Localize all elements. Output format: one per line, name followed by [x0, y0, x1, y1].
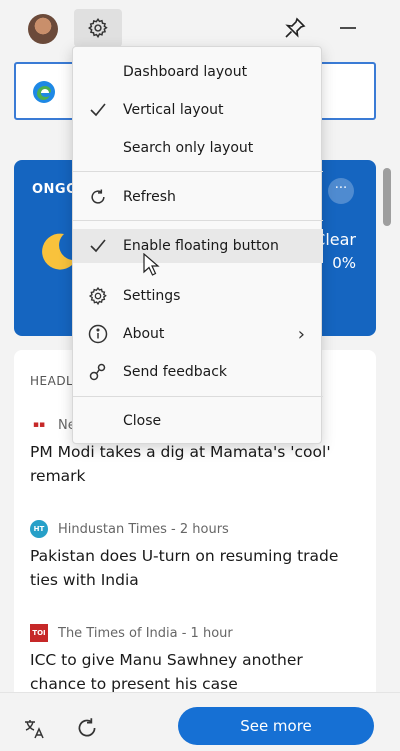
settings-menu: Dashboard layout Vertical layout Search …: [72, 46, 323, 444]
checkmark-icon: [87, 99, 109, 121]
menu-item-refresh[interactable]: Refresh: [73, 180, 323, 214]
menu-item-send-feedback[interactable]: Send feedback: [73, 355, 323, 389]
see-more-button[interactable]: See more: [178, 707, 374, 745]
translate-icon[interactable]: [22, 717, 46, 741]
minimize-button[interactable]: [333, 13, 363, 43]
menu-item-enable-floating-button[interactable]: Enable floating button: [73, 229, 323, 263]
weather-precip: 0%: [332, 254, 356, 272]
menu-item-label: Dashboard layout: [123, 64, 248, 80]
menu-item-label: Search only layout: [123, 140, 254, 156]
feedback-icon: [87, 361, 109, 383]
article-headline[interactable]: PM Modi takes a dig at Mamata's 'cool' r…: [30, 440, 360, 488]
gear-icon: [87, 285, 109, 307]
gear-icon: [88, 18, 108, 39]
edge-logo-icon: [33, 81, 55, 103]
bottom-bar: See more: [0, 692, 400, 751]
article-source: TOI The Times of India - 1 hour: [30, 624, 233, 642]
menu-item-label: Enable floating button: [123, 238, 279, 254]
checkmark-icon: [87, 235, 109, 257]
pin-icon: [285, 17, 306, 38]
menu-item-about[interactable]: About ›: [73, 317, 323, 351]
pin-button[interactable]: [280, 13, 310, 43]
scrollbar-thumb[interactable]: [383, 168, 391, 226]
source-name: Hindustan Times - 2 hours: [58, 521, 229, 537]
menu-item-vertical-layout[interactable]: Vertical layout: [73, 93, 323, 127]
menu-item-label: Send feedback: [123, 364, 228, 380]
info-icon: [87, 323, 109, 345]
menu-item-label: Close: [123, 413, 162, 429]
source-logo-icon: ▪▪: [30, 416, 48, 434]
article-headline[interactable]: Pakistan does U-turn on resuming trade t…: [30, 544, 360, 592]
menu-divider: [73, 171, 323, 172]
menu-item-label: About: [123, 326, 165, 342]
refresh-icon: [87, 186, 109, 208]
menu-item-label: Settings: [123, 288, 181, 304]
weather-label: ONGO: [32, 182, 78, 197]
minimize-icon: [340, 27, 356, 29]
menu-divider: [73, 220, 323, 221]
menu-item-search-only-layout[interactable]: Search only layout: [73, 131, 323, 165]
refresh-icon[interactable]: [74, 715, 100, 741]
menu-item-dashboard-layout[interactable]: Dashboard layout: [73, 55, 323, 89]
menu-item-label: Refresh: [123, 189, 176, 205]
article-source: HT Hindustan Times - 2 hours: [30, 520, 229, 538]
mouse-cursor-icon: [143, 253, 160, 276]
source-logo-icon: HT: [30, 520, 48, 538]
source-logo-icon: TOI: [30, 624, 48, 642]
more-options-icon[interactable]: ···: [328, 178, 354, 204]
avatar[interactable]: [28, 14, 58, 44]
headlines-label: HEADL: [30, 374, 74, 388]
article-headline[interactable]: ICC to give Manu Sawhney another chance …: [30, 648, 360, 696]
chevron-right-icon: ›: [297, 323, 305, 345]
article-source: ▪▪ Ne: [30, 416, 76, 434]
settings-button[interactable]: [74, 9, 122, 47]
menu-item-close[interactable]: Close: [73, 404, 323, 438]
menu-item-settings[interactable]: Settings: [73, 279, 323, 313]
menu-divider: [73, 396, 323, 397]
menu-item-label: Vertical layout: [123, 102, 224, 118]
source-name: The Times of India - 1 hour: [58, 625, 233, 641]
sidebar-panel: ONGO ··· Clear 0% HEADL ▪▪ Ne PM Modi ta…: [0, 0, 400, 751]
